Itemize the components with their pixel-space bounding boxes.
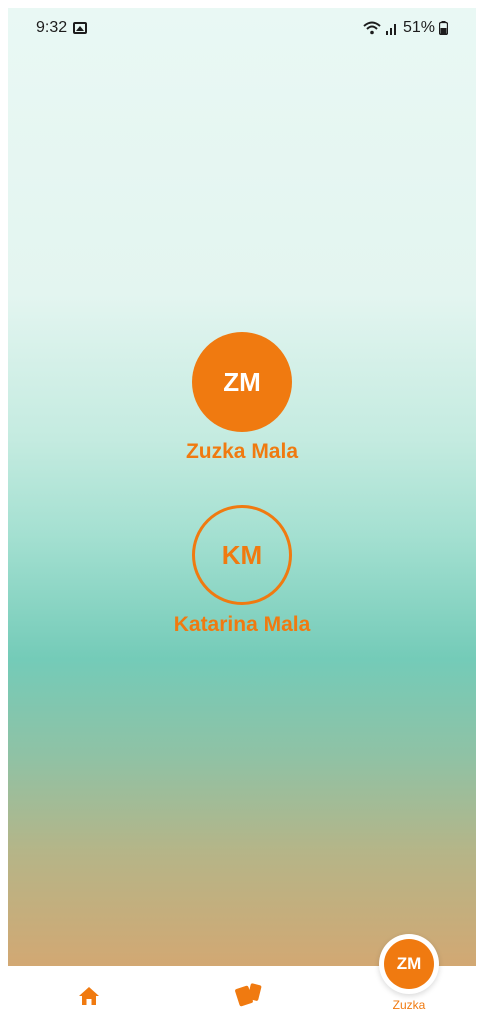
battery-icon <box>439 21 448 35</box>
nav-profile-label[interactable]: Zuzka <box>379 998 439 1012</box>
avatar-initials: KM <box>221 539 263 570</box>
status-right: 51% <box>363 19 448 37</box>
signal-icon <box>385 24 396 35</box>
cards-icon <box>235 983 262 1007</box>
nav-home[interactable] <box>78 986 100 1006</box>
profile-zuzka[interactable]: ZM Zuzka Mala <box>0 332 484 464</box>
avatar-unselected[interactable]: KM <box>192 505 292 605</box>
status-time: 9:32 <box>36 19 68 36</box>
profile-name: Katarina Mala <box>173 613 311 636</box>
wifi-icon <box>363 21 381 35</box>
profile-select-screen: 9:32 51% ZM Zuzka Mala KM Katarina Mala … <box>0 0 484 1014</box>
image-icon <box>73 22 88 34</box>
avatar-initials: ZM <box>223 366 261 397</box>
avatar-selected[interactable]: ZM <box>192 332 292 432</box>
nav-profile-avatar[interactable]: ZM <box>379 934 439 994</box>
profile-name: Zuzka Mala <box>185 440 299 463</box>
status-left: 9:32 <box>36 19 88 37</box>
battery-percent: 51% <box>402 19 435 36</box>
background-gradient <box>8 8 476 966</box>
home-icon <box>79 987 99 1005</box>
nav-avatar-initials: ZM <box>384 939 434 989</box>
status-bar: 9:32 51% <box>8 8 476 48</box>
nav-cards[interactable] <box>235 981 263 1007</box>
profile-katarina[interactable]: KM Katarina Mala <box>0 505 484 637</box>
